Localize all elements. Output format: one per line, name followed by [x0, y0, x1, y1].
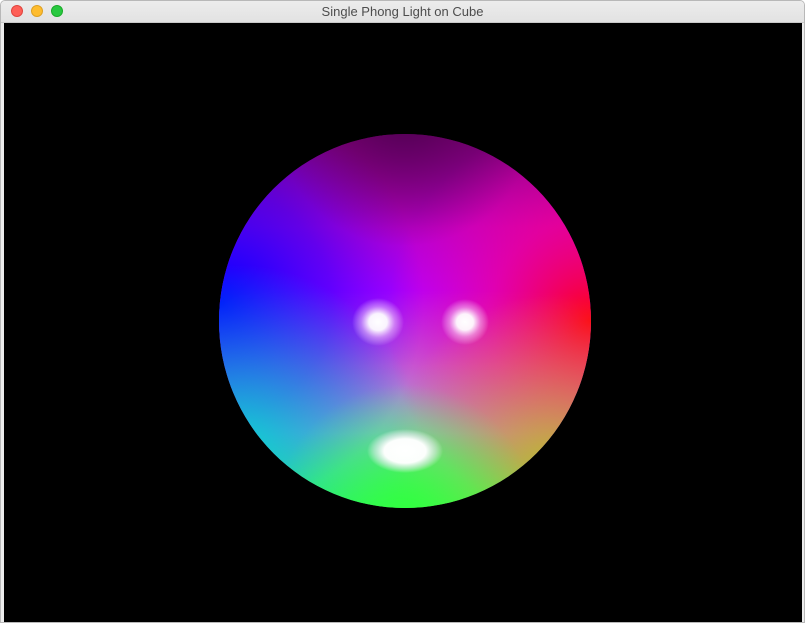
left-eye-highlight	[352, 298, 404, 346]
right-eye-highlight	[441, 299, 489, 345]
mouth-highlight	[367, 429, 443, 473]
window-title: Single Phong Light on Cube	[321, 4, 484, 19]
title-bar[interactable]: Single Phong Light on Cube	[1, 1, 804, 23]
scene-svg	[219, 134, 591, 508]
app-window: Single Phong Light on Cube	[0, 0, 805, 623]
render-canvas[interactable]	[4, 23, 802, 622]
